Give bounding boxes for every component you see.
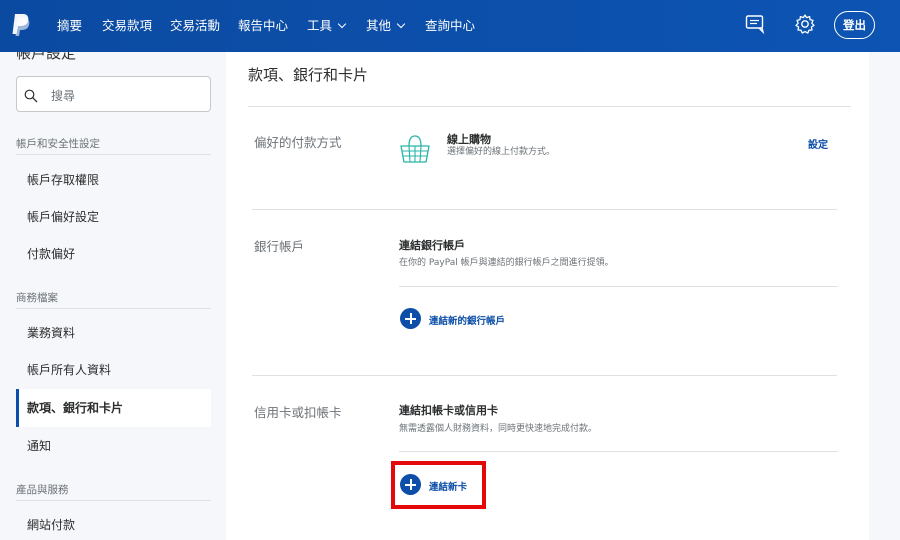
divider [16,500,211,501]
top-nav-bar: 摘要 交易款項 交易活動 報告中心 工具 其他 查詢中心 登出 [0,0,900,52]
page-title: 款項、銀行和卡片 [248,66,369,84]
search-icon [24,89,38,103]
settings-sidebar: 帳戶設定 搜尋 帳戶和安全性設定 帳戶存取權限 帳戶偏好設定 付款偏好 商務檔案… [0,52,226,540]
gear-icon[interactable] [794,13,816,35]
plus-icon [400,308,421,329]
set-preferred-payment-link[interactable]: 設定 [808,136,828,151]
sidebar-item-payment-preferences[interactable]: 付款偏好 [16,235,211,273]
paypal-logo[interactable] [10,12,32,38]
divider [252,209,837,210]
sidebar-title: 帳戶設定 [16,52,77,62]
shopping-basket-icon [400,135,430,163]
highlight-box [391,461,486,509]
search-input[interactable]: 搜尋 [16,76,211,112]
sidebar-item-money-banks-cards[interactable]: 款項、銀行和卡片 [16,389,211,427]
divider [16,308,211,309]
nav-item-help-center[interactable]: 查詢中心 [425,0,475,52]
right-gutter [869,52,900,540]
section-label-account-security: 帳戶和安全性設定 [16,138,100,150]
message-icon[interactable] [744,13,766,35]
main-panel: 款項、銀行和卡片 偏好的付款方式 線上購物 選擇偏好的線上付款方式。 設定 銀行… [226,52,869,540]
sidebar-item-website-payments[interactable]: 網站付款 [16,506,211,540]
divider [248,106,851,107]
cards-label: 信用卡或扣帳卡 [254,405,342,420]
sidebar-item-account-access[interactable]: 帳戶存取權限 [16,161,211,199]
nav-item-more[interactable]: 其他 [366,0,406,52]
chevron-down-icon [396,19,406,29]
sidebar-item-account-owner[interactable]: 帳戶所有人資料 [16,351,211,389]
logout-button[interactable]: 登出 [834,11,875,39]
section-label-business-profile: 商務檔案 [16,292,58,304]
divider [252,375,837,376]
link-new-bank-button[interactable]: 連結新的銀行帳戶 [400,308,520,330]
nav-item-tools[interactable]: 工具 [307,0,347,52]
nav-item-reports[interactable]: 報告中心 [238,0,288,52]
link-card-title: 連結扣帳卡或信用卡 [399,404,498,417]
divider [399,286,838,287]
preferred-payment-label: 偏好的付款方式 [254,135,342,150]
sidebar-item-business-info[interactable]: 業務資料 [16,314,211,352]
divider [399,451,838,452]
nav-item-activity[interactable]: 交易活動 [170,0,220,52]
online-shopping-desc: 選擇偏好的線上付款方式。 [447,147,556,157]
search-placeholder: 搜尋 [51,89,76,103]
section-label-products-services: 產品與服務 [16,484,69,496]
link-new-bank-label: 連結新的銀行帳戶 [429,316,506,327]
link-bank-title: 連結銀行帳戶 [399,239,465,252]
chevron-down-icon [337,19,347,29]
nav-item-payments[interactable]: 交易款項 [102,0,152,52]
divider [16,154,211,155]
sidebar-item-notifications[interactable]: 通知 [16,427,211,465]
link-card-desc: 無需透露個人財務資料，同時更快速地完成付款。 [399,424,598,434]
nav-item-summary[interactable]: 摘要 [57,0,82,52]
bank-account-label: 銀行帳戶 [254,239,305,254]
link-bank-desc: 在你的 PayPal 帳戶與連結的銀行帳戶之間進行提領。 [399,258,614,268]
sidebar-item-account-preferences[interactable]: 帳戶偏好設定 [16,198,211,236]
